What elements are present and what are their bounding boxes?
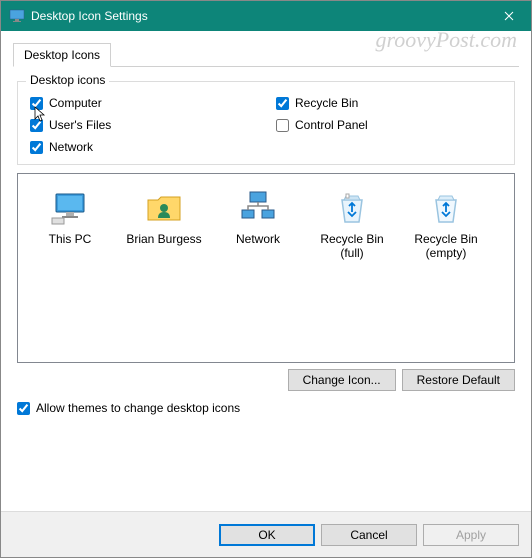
- checkbox-grid: Computer Recycle Bin User's Files Contro…: [30, 96, 502, 154]
- checkbox-control-panel-input[interactable]: [276, 119, 289, 132]
- dialog-footer: OK Cancel Apply: [1, 511, 531, 557]
- checkbox-users-files-label: User's Files: [49, 118, 111, 132]
- icon-action-row: Change Icon... Restore Default: [17, 369, 515, 391]
- icon-recycle-full-label: Recycle Bin (full): [308, 232, 396, 261]
- icon-recycle-empty-label: Recycle Bin (empty): [402, 232, 490, 261]
- restore-default-button[interactable]: Restore Default: [402, 369, 515, 391]
- checkbox-network-label: Network: [49, 140, 93, 154]
- ok-button[interactable]: OK: [219, 524, 315, 546]
- desktop-icons-groupbox: Desktop icons Computer Recycle Bin User'…: [17, 81, 515, 165]
- icon-recycle-full[interactable]: Recycle Bin (full): [308, 184, 396, 265]
- change-icon-button[interactable]: Change Icon...: [288, 369, 396, 391]
- allow-themes-label: Allow themes to change desktop icons: [36, 401, 240, 415]
- icon-network[interactable]: Network: [214, 184, 302, 250]
- checkbox-recycle-bin-label: Recycle Bin: [295, 96, 358, 110]
- icon-this-pc-label: This PC: [49, 232, 92, 246]
- icon-user-folder-label: Brian Burgess: [126, 232, 201, 246]
- checkbox-recycle-bin-input[interactable]: [276, 97, 289, 110]
- checkbox-control-panel[interactable]: Control Panel: [276, 118, 502, 132]
- icon-this-pc[interactable]: This PC: [26, 184, 114, 250]
- groupbox-label: Desktop icons: [26, 73, 109, 87]
- close-button[interactable]: [486, 1, 531, 31]
- apply-button: Apply: [423, 524, 519, 546]
- checkbox-users-files-input[interactable]: [30, 119, 43, 132]
- checkbox-users-files[interactable]: User's Files: [30, 118, 256, 132]
- icon-preview-well: This PC Brian Burgess Network Recycle Bi…: [17, 173, 515, 363]
- tab-desktop-icons[interactable]: Desktop Icons: [13, 43, 111, 67]
- icon-network-label: Network: [236, 232, 280, 246]
- icon-user-folder[interactable]: Brian Burgess: [120, 184, 208, 250]
- icon-recycle-empty[interactable]: Recycle Bin (empty): [402, 184, 490, 265]
- allow-themes-input[interactable]: [17, 402, 30, 415]
- checkbox-computer[interactable]: Computer: [30, 96, 256, 110]
- checkbox-network[interactable]: Network: [30, 140, 256, 154]
- checkbox-network-input[interactable]: [30, 141, 43, 154]
- titlebar: Desktop Icon Settings: [1, 1, 531, 31]
- content-area: Desktop Icons Desktop icons Computer Rec…: [1, 31, 531, 427]
- tab-strip: Desktop Icons: [13, 43, 519, 67]
- window-title: Desktop Icon Settings: [31, 9, 486, 23]
- checkbox-recycle-bin[interactable]: Recycle Bin: [276, 96, 502, 110]
- cancel-button[interactable]: Cancel: [321, 524, 417, 546]
- checkbox-computer-input[interactable]: [30, 97, 43, 110]
- app-icon: [9, 8, 25, 24]
- checkbox-control-panel-label: Control Panel: [295, 118, 368, 132]
- allow-themes-checkbox[interactable]: Allow themes to change desktop icons: [17, 401, 515, 415]
- checkbox-computer-label: Computer: [49, 96, 102, 110]
